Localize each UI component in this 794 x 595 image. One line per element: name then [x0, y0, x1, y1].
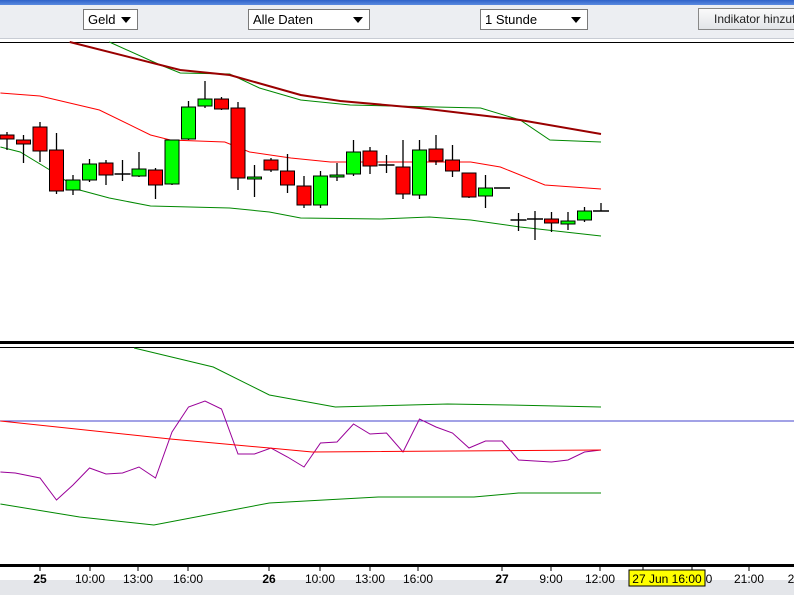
- axis-label: 26: [262, 572, 276, 586]
- candle[interactable]: [98, 160, 114, 185]
- signal-line: [0, 420, 602, 453]
- candle[interactable]: [510, 213, 527, 231]
- candle-body: [16, 139, 31, 145]
- candle-body: [478, 187, 493, 197]
- candle[interactable]: [527, 211, 543, 240]
- candle[interactable]: [82, 159, 97, 182]
- price-chart[interactable]: 25 10:00 13:00 16:00 26 10:00 13:00 16:00 27 9:00…: [0, 0, 794, 595]
- candle-body: [65, 179, 81, 191]
- candle[interactable]: [230, 102, 246, 190]
- cursor-time-label: 27 Jun 16:00: [632, 572, 702, 586]
- axis-label: 10:00: [305, 572, 335, 586]
- time-axis: 25 10:00 13:00 16:00 26 10:00 13:00 16:00 27 9:00…: [33, 567, 794, 587]
- axis-label: 0: [706, 572, 713, 586]
- axis-label: 16:00: [173, 572, 203, 586]
- candle[interactable]: [263, 158, 279, 172]
- candle[interactable]: [378, 155, 395, 173]
- candle[interactable]: [362, 147, 378, 174]
- lower-band-line: [0, 492, 601, 526]
- candle-body: [362, 150, 378, 167]
- candle[interactable]: [346, 140, 361, 176]
- candle-body: [428, 148, 444, 162]
- axis-label: 16:00: [403, 572, 433, 586]
- candle[interactable]: [560, 212, 576, 230]
- candle[interactable]: [445, 145, 460, 177]
- candle[interactable]: [181, 101, 196, 140]
- axis-top-border: [0, 564, 794, 567]
- candle-body: [98, 162, 114, 176]
- candle-body: [247, 176, 262, 180]
- axis-label: 13:00: [123, 572, 153, 586]
- candle[interactable]: [593, 203, 609, 212]
- candle[interactable]: [114, 160, 131, 181]
- candle-body: [445, 159, 460, 172]
- candle[interactable]: [247, 165, 262, 197]
- candle[interactable]: [313, 171, 328, 208]
- candle[interactable]: [16, 135, 31, 163]
- candle[interactable]: [32, 122, 48, 162]
- candle-body: [0, 134, 15, 140]
- candle-body: [131, 168, 147, 177]
- candle-body: [577, 210, 592, 221]
- candle[interactable]: [131, 152, 147, 177]
- candle-body: [230, 107, 246, 179]
- axis-label: 9:00: [539, 572, 563, 586]
- candle-body: [461, 172, 477, 198]
- candle[interactable]: [412, 140, 427, 199]
- candle[interactable]: [148, 168, 163, 199]
- candle-body: [346, 151, 361, 175]
- candle-body: [263, 159, 279, 171]
- candle[interactable]: [478, 175, 493, 208]
- indicator-panel: [0, 347, 794, 526]
- axis-label: 13:00: [355, 572, 385, 586]
- axis-label: 2: [788, 572, 794, 586]
- candle-body: [280, 170, 295, 186]
- candle[interactable]: [280, 154, 295, 193]
- candle-body: [412, 149, 427, 196]
- axis-label: 12:00: [585, 572, 615, 586]
- candle[interactable]: [577, 207, 592, 222]
- candle-body: [49, 149, 64, 192]
- candle-body: [395, 166, 411, 195]
- price-panel: [0, 41, 609, 240]
- candle[interactable]: [296, 176, 312, 208]
- candle-body: [164, 139, 180, 185]
- axis-label: 10:00: [75, 572, 105, 586]
- candle-body: [214, 98, 229, 110]
- long-moving-average-line: [69, 41, 602, 135]
- candle[interactable]: [197, 81, 213, 108]
- candle-body: [32, 126, 48, 152]
- candle[interactable]: [214, 97, 229, 110]
- axis-label: 21:00: [734, 572, 764, 586]
- axis-label: 25: [33, 572, 47, 586]
- candle[interactable]: [329, 163, 345, 181]
- candle[interactable]: [461, 172, 477, 198]
- candle-body: [329, 174, 345, 178]
- candle-body: [197, 98, 213, 107]
- candle[interactable]: [65, 175, 81, 195]
- candle[interactable]: [428, 135, 444, 165]
- upper-band-line: [133, 347, 602, 408]
- candle[interactable]: [164, 139, 180, 185]
- candle-body: [544, 218, 559, 224]
- candle[interactable]: [395, 140, 411, 199]
- candle-body: [313, 175, 328, 206]
- candle[interactable]: [544, 212, 559, 232]
- axis-label: 27: [495, 572, 509, 586]
- candle-body: [148, 169, 163, 186]
- candle-body: [296, 185, 312, 206]
- candle-body: [82, 163, 97, 181]
- candle-body: [560, 220, 576, 225]
- candle[interactable]: [49, 133, 64, 194]
- candle-body: [181, 106, 196, 140]
- panel-divider[interactable]: [0, 341, 794, 344]
